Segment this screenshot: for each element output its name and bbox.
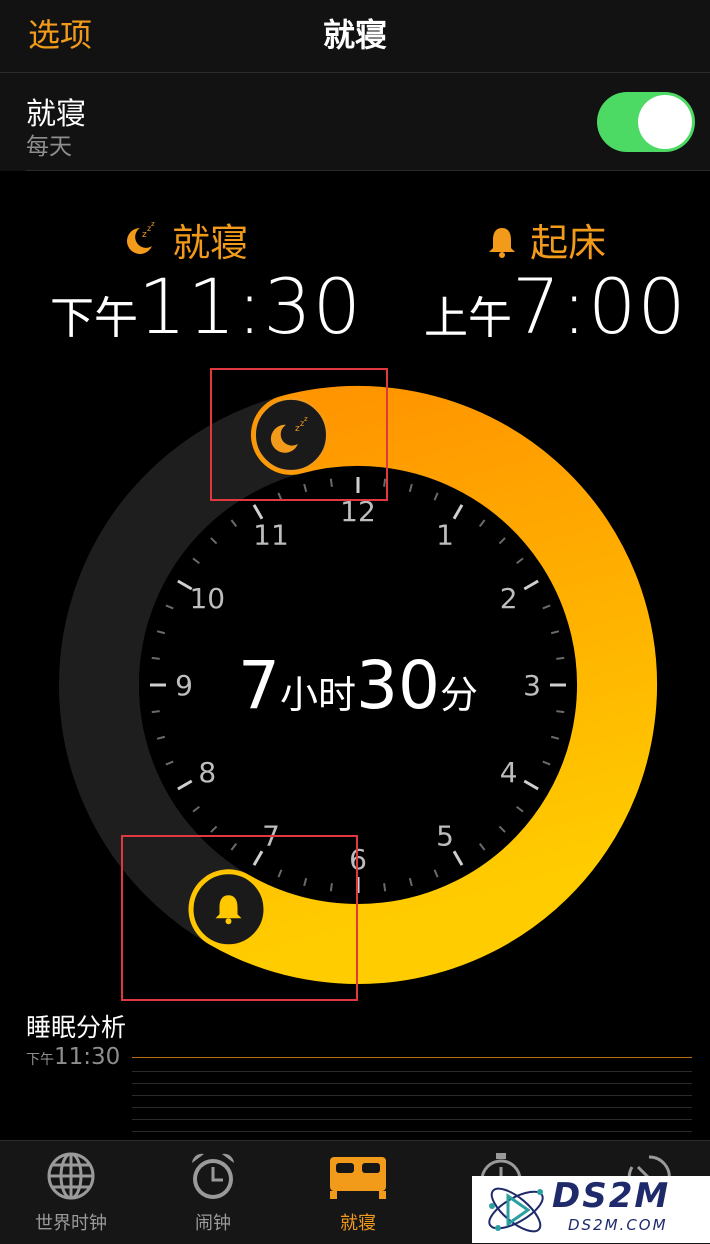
watermark: DS2M DS2M.COM (472, 1176, 710, 1243)
clock-number: 2 (500, 582, 518, 615)
clock-number: 4 (500, 756, 518, 789)
clock-number: 11 (253, 518, 289, 551)
clock-tick (556, 710, 565, 714)
globe-icon (47, 1152, 95, 1200)
wake-label-text: 起床 (530, 221, 607, 265)
tab-label: 世界时钟 (35, 1213, 107, 1234)
clock-number: 5 (436, 820, 454, 853)
watermark-logo-icon (488, 1187, 544, 1233)
schedule-repeat: 每天 (26, 134, 72, 160)
clock-tick (151, 656, 160, 660)
clock-number: 8 (198, 756, 216, 789)
clock-tick (151, 710, 160, 714)
analysis-line (132, 1057, 692, 1058)
clock-tick (383, 883, 387, 892)
bedtime-toggle[interactable] (597, 92, 695, 152)
clock-tick (556, 656, 565, 660)
moon-zzz-icon: z z z (127, 220, 155, 254)
analysis-line (132, 1083, 692, 1084)
divider (26, 170, 710, 171)
analysis-line (132, 1071, 692, 1072)
tab-world-clock[interactable]: 世界时钟 (0, 1149, 142, 1235)
analysis-line (132, 1119, 692, 1120)
watermark-url: DS2M.COM (568, 1216, 668, 1234)
sleep-analysis-title: 睡眠分析 (26, 1013, 127, 1042)
tab-alarm[interactable]: 闹钟 (142, 1149, 284, 1235)
analysis-line (132, 1131, 692, 1132)
clock-number: 10 (189, 582, 225, 615)
nav-bar: 选项 就寝 (0, 0, 710, 73)
watermark-text: DS2M (552, 1176, 671, 1216)
clock-number: 3 (523, 669, 541, 702)
tab-label: 闹钟 (195, 1213, 231, 1234)
analysis-line (132, 1095, 692, 1096)
toggle-knob (638, 95, 692, 149)
wake-label: 起床 (486, 212, 606, 267)
sleep-analysis-time: 下午11:30 (26, 1044, 120, 1070)
bed-icon (330, 1157, 386, 1199)
clock-number: 9 (175, 669, 193, 702)
tab-bedtime[interactable]: 就寝 (287, 1149, 429, 1235)
bedtime-label-text: 就寝 (172, 221, 249, 265)
bedtime-label: z z z 就寝 (120, 212, 248, 267)
bedtime-schedule-row: 就寝 每天 (0, 73, 710, 171)
highlight-box-bedtime (210, 368, 388, 501)
svg-text:z: z (151, 220, 155, 228)
analysis-line (132, 1107, 692, 1108)
highlight-box-wake (121, 835, 358, 1001)
analysis-time-value: 11:30 (54, 1044, 121, 1070)
alarm-clock-icon (192, 1153, 234, 1199)
wake-time-value: 7:00 (512, 262, 687, 351)
bedtime-ampm: 下午 (50, 293, 138, 344)
analysis-ampm: 下午 (26, 1052, 54, 1068)
clock-number: 1 (436, 518, 454, 551)
bedtime-time[interactable]: 下午11:30 (50, 262, 362, 351)
bell-icon (489, 228, 515, 258)
wake-time[interactable]: 上午7:00 (424, 262, 687, 351)
wake-ampm: 上午 (424, 293, 512, 344)
tab-label: 就寝 (340, 1213, 376, 1234)
page-title: 就寝 (322, 16, 387, 54)
bedtime-time-value: 11:30 (138, 262, 363, 351)
